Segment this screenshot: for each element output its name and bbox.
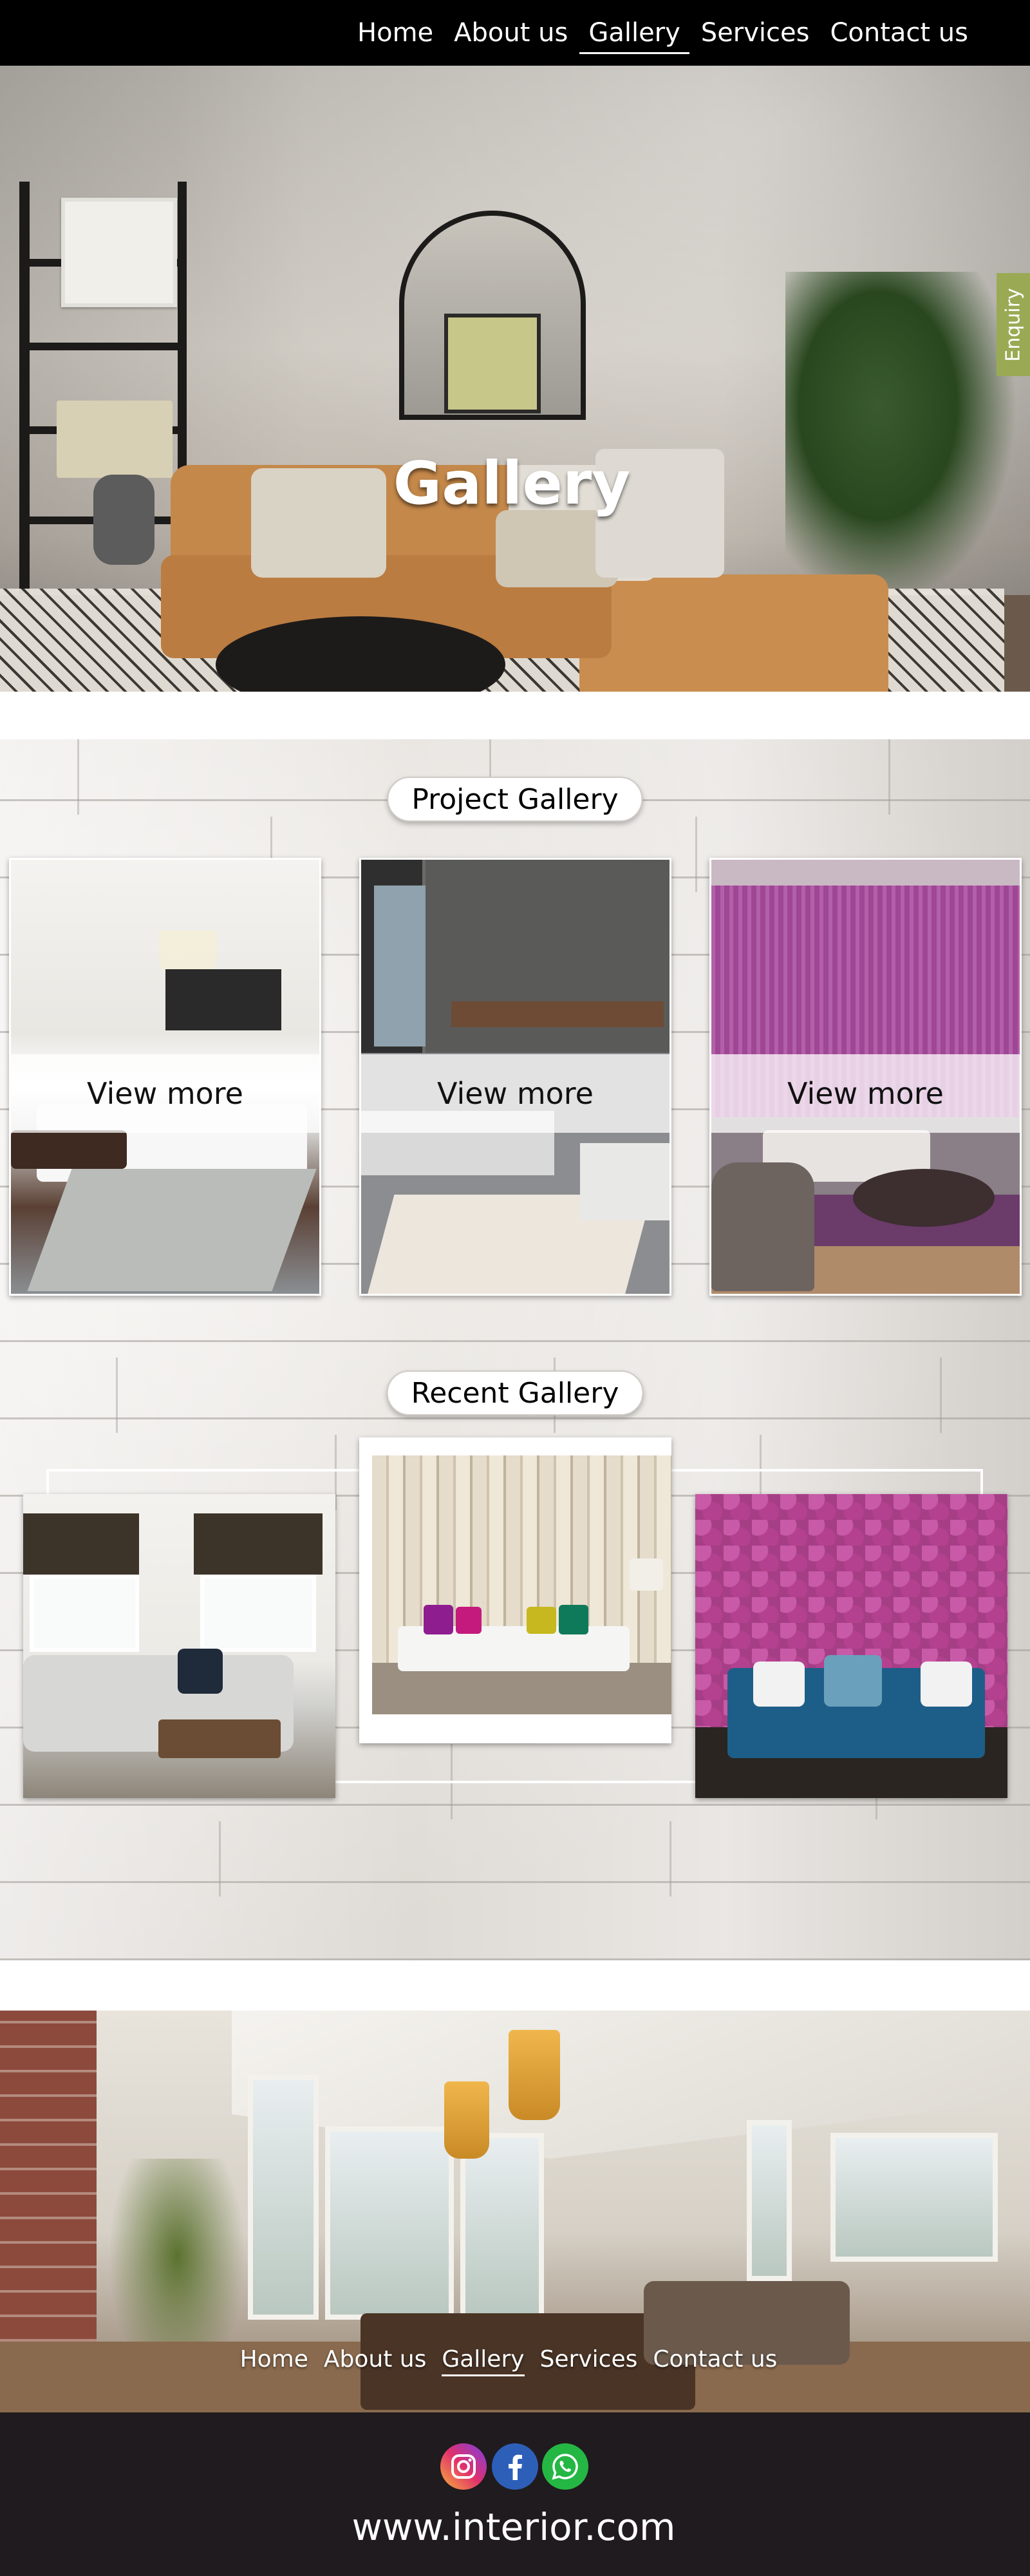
website-url: www.interior.com [351, 2505, 676, 2549]
facebook-icon[interactable] [492, 2443, 538, 2490]
white-sofa-photo [372, 1455, 671, 1714]
nav-contact-link[interactable]: Contact us [819, 18, 979, 48]
project-card-lounge[interactable]: View more [709, 858, 1022, 1296]
view-more-button[interactable]: View more [711, 1054, 1020, 1133]
nav-about-link[interactable]: About us [444, 18, 578, 48]
footer-navigation: Home About us Gallery Services Contact u… [0, 2340, 1024, 2378]
footer-nav-about-link[interactable]: About us [316, 2346, 434, 2372]
enquiry-label: Enquiry [1002, 287, 1025, 362]
view-more-button[interactable]: View more [361, 1054, 670, 1133]
project-card-bedroom[interactable]: View more [9, 858, 321, 1296]
hero-framed-picture [61, 198, 177, 307]
gallery-section: Project Gallery View more View more View… [0, 739, 1030, 1960]
view-more-button[interactable]: View more [11, 1054, 319, 1133]
enquiry-tab[interactable]: Enquiry [997, 273, 1030, 376]
whatsapp-icon[interactable] [542, 2443, 588, 2490]
nav-services-link[interactable]: Services [691, 18, 820, 48]
instagram-icon[interactable] [440, 2443, 487, 2490]
top-navigation: Home About us Gallery Services Contact u… [0, 0, 1030, 66]
hero-plant [785, 272, 1017, 607]
sectional-sofa-photo [23, 1494, 335, 1798]
footer-nav-gallery-link[interactable]: Gallery [434, 2346, 532, 2376]
nav-gallery-link[interactable]: Gallery [578, 18, 690, 54]
nav-home-link[interactable]: Home [347, 18, 444, 48]
pink-wall-photo [695, 1494, 1007, 1798]
hero-title: Gallery [393, 449, 631, 518]
footer-nav-home-link[interactable]: Home [232, 2346, 316, 2372]
recent-image-pink-wall[interactable] [695, 1494, 1007, 1798]
footer-nav-contact-link[interactable]: Contact us [645, 2346, 785, 2372]
project-card-living[interactable]: View more [359, 858, 671, 1296]
recent-gallery-heading: Recent Gallery [386, 1370, 644, 1416]
footer-pendant-lamp [444, 2081, 489, 2159]
recent-image-white-sofa[interactable] [359, 1437, 671, 1743]
hero-banner: Gallery [0, 66, 1030, 692]
footer-nav-services-link[interactable]: Services [532, 2346, 646, 2372]
footer-bar [0, 2412, 1030, 2576]
project-gallery-heading: Project Gallery [387, 777, 643, 822]
recent-image-sectional[interactable] [23, 1494, 335, 1798]
footer-window [248, 2075, 319, 2320]
